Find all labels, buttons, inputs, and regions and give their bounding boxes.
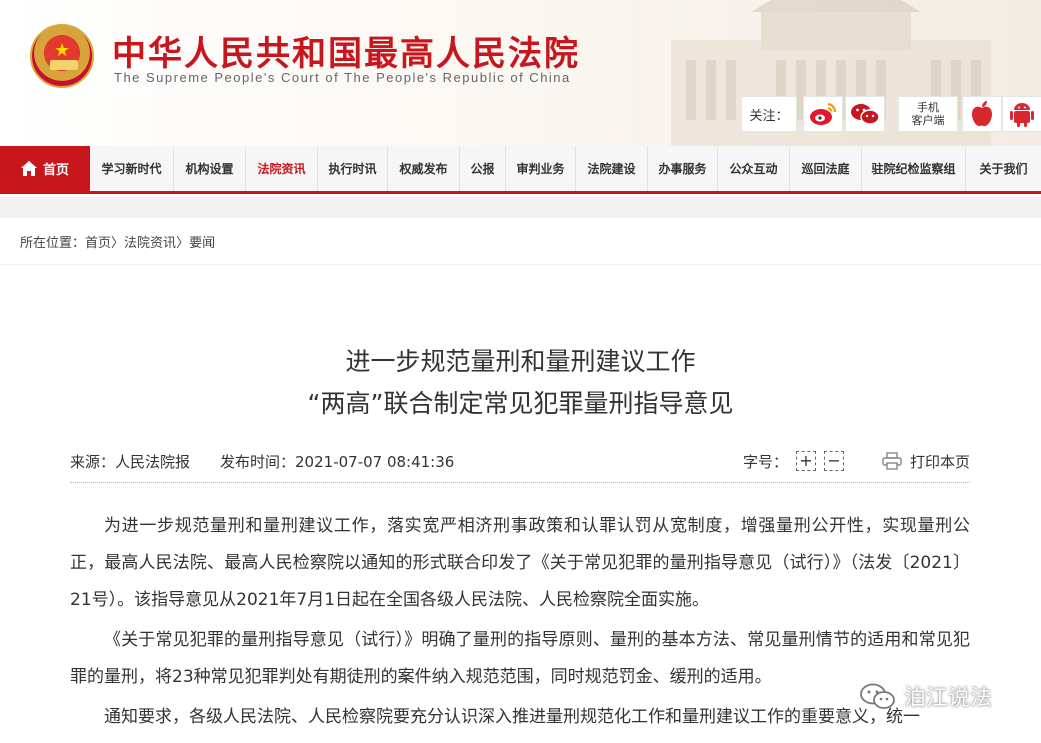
site-title[interactable]: 中华人民共和国最高人民法院 <box>112 26 580 75</box>
site-header: ★ 中华人民共和国最高人民法院 The Supreme People's Cou… <box>0 0 1041 146</box>
nav-home-label: 首页 <box>42 163 69 178</box>
nav-item-circuit-courts[interactable]: 巡回法庭 <box>790 146 862 191</box>
article-body: 为进一步规范量刑和量刑建议工作，落实宽严相济刑事政策和认罪认罚从宽制度，增强量刑… <box>70 508 970 739</box>
nav-item-court-news[interactable]: 法院资讯 <box>246 146 318 191</box>
article-source: 来源：人民法院报 <box>70 452 191 471</box>
nav-item-enforcement-news[interactable]: 执行时讯 <box>318 146 388 191</box>
nav-item-about-us[interactable]: 关于我们 <box>966 146 1041 191</box>
android-icon <box>1010 103 1034 127</box>
nav-item-trial-business[interactable]: 审判业务 <box>506 146 576 191</box>
main-nav: 首页 学习新时代 机构设置 法院资讯 执行时讯 权威发布 公报 审判业务 法院建… <box>0 146 1041 194</box>
breadcrumb-home[interactable]: 首页 <box>85 232 111 251</box>
breadcrumb-court-news[interactable]: 法院资讯 <box>124 232 176 251</box>
nav-item-gazette[interactable]: 公报 <box>460 146 506 191</box>
nav-item-public-interaction[interactable]: 公众互动 <box>718 146 790 191</box>
printer-icon <box>882 452 902 470</box>
weibo-button[interactable] <box>803 96 843 132</box>
weibo-icon <box>810 102 837 125</box>
nav-item-services[interactable]: 办事服务 <box>648 146 718 191</box>
breadcrumb-current[interactable]: 要闻 <box>189 232 215 251</box>
home-icon <box>20 161 37 176</box>
watermark: 泊江说法 <box>858 680 992 712</box>
nav-item-court-construction[interactable]: 法院建设 <box>576 146 648 191</box>
article-title-line1: 进一步规范量刑和量刑建议工作 <box>345 347 696 376</box>
print-button[interactable]: 打印本页 <box>882 451 970 472</box>
nav-item-study[interactable]: 学习新时代 <box>90 146 174 191</box>
client-label-line2: 客户端 <box>911 114 945 127</box>
mobile-client-button[interactable]: 手机 客户端 <box>898 96 958 132</box>
nav-item-discipline-group[interactable]: 驻院纪检监察组 <box>862 146 966 191</box>
article-title-line2: “两高”联合制定常见犯罪量刑指导意见 <box>307 389 734 418</box>
article-publish-time: 发布时间：2021-07-07 08:41:36 <box>220 452 455 471</box>
follow-label: 关注： <box>741 96 797 132</box>
breadcrumb-prefix: 所在位置： <box>20 235 86 251</box>
star-icon: ★ <box>54 40 71 61</box>
article-paragraph: 通知要求，各级人民法院、人民检察院要充分认识深入推进量刑规范化工作和量刑建议工作… <box>104 707 920 727</box>
breadcrumb-separator: 〉 <box>111 235 125 251</box>
meta-divider <box>70 482 970 483</box>
watermark-text: 泊江说法 <box>904 686 993 711</box>
national-emblem-logo[interactable]: ★ <box>30 24 94 88</box>
apple-icon <box>972 101 992 127</box>
breadcrumb: 所在位置： 首页 〉 法院资讯 〉 要闻 <box>0 218 1041 264</box>
site-subtitle: The Supreme People's Court of The People… <box>114 70 571 85</box>
font-decrease-button[interactable]: − <box>823 451 844 471</box>
nav-item-home[interactable]: 首页 <box>0 146 90 191</box>
article-paragraph: 《关于常见犯罪的量刑指导意见（试行）》明确了量刑的指导原则、量刑的基本方法、常见… <box>70 630 970 687</box>
article-meta: 来源：人民法院报 发布时间：2021-07-07 08:41:36 字号： + … <box>70 450 970 472</box>
tiananmen-icon <box>50 60 78 70</box>
ios-app-button[interactable] <box>962 96 1002 132</box>
font-increase-button[interactable]: + <box>795 451 816 471</box>
breadcrumb-separator: 〉 <box>176 235 190 251</box>
print-label: 打印本页 <box>909 452 970 471</box>
nav-item-organization[interactable]: 机构设置 <box>174 146 246 191</box>
font-size-label: 字号： <box>742 452 788 471</box>
wechat-watermark-icon <box>860 683 895 709</box>
nav-item-authoritative-release[interactable]: 权威发布 <box>388 146 460 191</box>
android-app-button[interactable] <box>1002 96 1041 132</box>
wechat-button[interactable] <box>845 96 885 132</box>
article-tools: 字号： + − 打印本页 <box>743 451 970 472</box>
wechat-icon <box>851 104 880 125</box>
article-paragraph: 为进一步规范量刑和量刑建议工作，落实宽严相济刑事政策和认罪认罚从宽制度，增强量刑… <box>70 516 970 610</box>
client-label-line1: 手机 <box>917 101 939 114</box>
